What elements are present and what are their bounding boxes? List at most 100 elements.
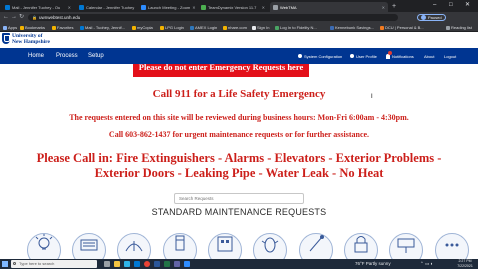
edge-icon[interactable] (124, 261, 130, 267)
bookmark[interactable]: LPG Login (160, 24, 184, 31)
bookmark-label: Reading list (451, 25, 472, 30)
file-explorer-icon[interactable] (114, 261, 120, 267)
outlook-icon (5, 4, 10, 10)
bookmark-label: Favorites (57, 25, 74, 30)
bookmark[interactable]: Bookmarks (20, 24, 45, 31)
outlook-icon (80, 25, 84, 30)
tab-label: Mail - Jennifer Tuohey - Ou (12, 4, 61, 10)
site-header: University of New Hampshire (0, 32, 478, 48)
bookmark[interactable]: nhare.com (223, 24, 247, 31)
browser-tab-active[interactable]: WebTMA ✕ (270, 2, 388, 12)
signin-icon (252, 25, 256, 30)
reload-button[interactable]: ↻ (19, 13, 24, 22)
clock-date: 7/22/2021 (457, 263, 473, 268)
bookmark[interactable]: Apps (3, 24, 17, 31)
back-button[interactable]: ← (3, 13, 9, 22)
nav-notifications[interactable]: Notifications (386, 48, 414, 64)
apps-icon (3, 25, 7, 30)
browser-tab[interactable]: Mail - Jennifer Tuohey - Ou ✕ (2, 2, 74, 12)
folder-icon (160, 25, 164, 30)
main-content: Please do not enter Emergency Requests h… (0, 64, 478, 267)
tab-close-icon[interactable]: ✕ (68, 5, 71, 10)
taskbar-search-placeholder: Type here to search (19, 261, 55, 266)
nav-user-profile[interactable]: User Profile (350, 48, 377, 64)
chrome-icon[interactable] (144, 261, 150, 267)
bookmark[interactable]: AMEX Login (190, 24, 217, 31)
zoom-icon[interactable] (184, 261, 190, 267)
bookmark-label: AMEX Login (195, 25, 218, 30)
clock[interactable]: 2:27 PM 7/22/2021 (455, 259, 475, 268)
reading-list[interactable]: Reading list (446, 24, 472, 31)
nav-logout[interactable]: Logout (444, 48, 456, 64)
tab-label: Launch Meeting - Zoom (148, 4, 191, 10)
browser-tab[interactable]: TeamDynamix Version 11.7 ✕ (198, 2, 268, 12)
notification-badge (388, 50, 392, 55)
tab-label: TeamDynamix Version 11.7 (208, 4, 257, 10)
word-icon[interactable] (154, 261, 160, 267)
folder-icon (20, 25, 24, 30)
url-field[interactable]: 🔒 uwnwebtest.unh.edu (28, 14, 398, 21)
bookmark[interactable]: DCU | Personal & B... (380, 24, 424, 31)
nav-system-configuration[interactable]: System Configuration (298, 48, 342, 64)
taskbar-search[interactable]: Type here to search (11, 260, 97, 268)
excel-icon[interactable] (164, 261, 170, 267)
nav-label: System Configuration (304, 53, 343, 59)
nav-setup[interactable]: Setup (88, 48, 104, 64)
calendar-icon (79, 4, 84, 10)
nav-home[interactable]: Home (28, 48, 44, 64)
nav-about[interactable]: About (424, 48, 434, 64)
outlook-icon[interactable] (134, 261, 140, 267)
search-icon (13, 262, 16, 265)
minimize-button[interactable]: – (433, 1, 436, 10)
browser-tab[interactable]: Launch Meeting - Zoom ✕ (138, 2, 196, 12)
bookmark[interactable]: Sign In (252, 24, 269, 31)
amex-icon (190, 25, 194, 30)
bookmark[interactable]: myCopia (132, 24, 153, 31)
emergency-banner: Please do not enter Emergency Requests h… (133, 64, 309, 77)
dcu-icon (380, 25, 384, 30)
url-text: uwnwebtest.unh.edu (38, 15, 81, 20)
avatar (421, 15, 426, 20)
address-bar: ← → ↻ 🔒 uwnwebtest.unh.edu Paused (0, 12, 478, 23)
windows-start-icon[interactable] (2, 261, 8, 267)
bookmark[interactable]: Log In to Fidelity N... (275, 24, 317, 31)
search-requests-input[interactable] (174, 193, 304, 204)
org-name-line2: New Hampshire (12, 39, 50, 45)
nav-process[interactable]: Process (56, 48, 78, 64)
tab-label: WebTMA (280, 4, 297, 10)
phone-line: Call 603-862-1437 for urgent maintenance… (0, 130, 478, 139)
nav-label: Notifications (392, 53, 414, 59)
folder-icon (132, 25, 136, 30)
profile-label: Paused (428, 15, 442, 20)
bookmark-label: DCU | Personal & B... (385, 25, 424, 30)
maximize-button[interactable]: □ (449, 1, 453, 10)
folder-icon (52, 25, 56, 30)
weather-widget[interactable]: 76°F Partly sunny (355, 259, 391, 269)
profile-button[interactable]: Paused (417, 14, 446, 21)
bookmarks-bar: Apps Bookmarks Favorites Mail - Tuohey, … (0, 23, 478, 32)
text-cursor-icon: I (371, 94, 373, 100)
unh-crest-icon[interactable] (2, 33, 10, 44)
bookmark-label: Kennebunk Savings... (335, 25, 374, 30)
webtma-icon (273, 4, 278, 10)
bookmark-label: Bookmarks (25, 25, 46, 30)
bookmark[interactable]: Mail - Tuohey, Jennif... (80, 24, 125, 31)
tab-close-icon[interactable]: ✕ (192, 5, 195, 10)
browser-tab[interactable]: Calendar - Jennifer Tuohey ✕ (76, 2, 136, 12)
system-tray-icons[interactable]: ⌃ ▭ ◐ (420, 259, 433, 269)
bookmark[interactable]: Favorites (52, 24, 73, 31)
tab-close-icon[interactable]: ✕ (262, 5, 265, 10)
bookmark[interactable]: Kennebunk Savings... (330, 24, 374, 31)
fidelity-icon (275, 25, 279, 30)
teams-icon[interactable] (174, 261, 180, 267)
org-name[interactable]: University of New Hampshire (12, 33, 50, 45)
forward-button[interactable]: → (11, 13, 17, 22)
new-tab-button[interactable]: + (392, 2, 396, 11)
task-view-icon[interactable] (104, 261, 110, 267)
close-window-button[interactable]: ✕ (465, 1, 470, 10)
tab-close-icon[interactable]: ✕ (382, 5, 385, 10)
browser-tab-strip: Mail - Jennifer Tuohey - Ou ✕ Calendar -… (0, 0, 478, 12)
gear-icon (298, 54, 302, 58)
bank-icon (330, 25, 334, 30)
tab-label: Calendar - Jennifer Tuohey (86, 4, 135, 10)
